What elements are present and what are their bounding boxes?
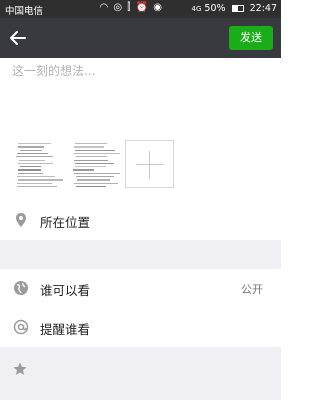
network-label: 4G <box>191 5 202 13</box>
visibility-label: 谁可以看 <box>40 283 91 298</box>
send-button[interactable]: 发送 <box>229 26 273 50</box>
remind-label: 提醒谁看 <box>40 322 91 337</box>
star-row[interactable] <box>0 347 281 400</box>
battery-icon <box>231 5 244 12</box>
battery-label: 50% <box>204 3 226 14</box>
arrow-left-icon <box>10 31 26 45</box>
location-pin-icon <box>16 213 26 227</box>
globe-icon <box>14 281 28 295</box>
location-label: 所在位置 <box>40 215 91 230</box>
location-row[interactable]: 所在位置 <box>0 201 281 240</box>
photo-thumbnail[interactable] <box>14 140 64 190</box>
carrier-label: 中国电信 <box>5 6 44 17</box>
back-button[interactable] <box>6 26 30 50</box>
star-icon <box>13 362 27 375</box>
visibility-value: 公开 <box>241 283 263 296</box>
add-photo-button[interactable] <box>125 140 174 188</box>
status-right: 4G 50% 22:47 <box>192 3 278 14</box>
status-icons: ◠ ◎ ⫿ ⏰ ◉ <box>99 2 163 13</box>
visibility-row[interactable]: 谁可以看 公开 <box>0 269 281 308</box>
title-bar: 发送 <box>0 18 281 58</box>
clock-label: 22:47 <box>249 3 277 14</box>
remind-row[interactable]: 提醒谁看 <box>0 308 281 347</box>
status-bar: 中国电信 ◠ ◎ ⫿ ⏰ ◉ 4G 50% 22:47 <box>0 0 281 18</box>
at-icon <box>13 319 29 335</box>
moment-text-input[interactable] <box>12 62 270 122</box>
photo-thumbnail[interactable] <box>71 140 121 190</box>
section-gap <box>0 240 281 269</box>
plus-icon <box>136 164 164 165</box>
